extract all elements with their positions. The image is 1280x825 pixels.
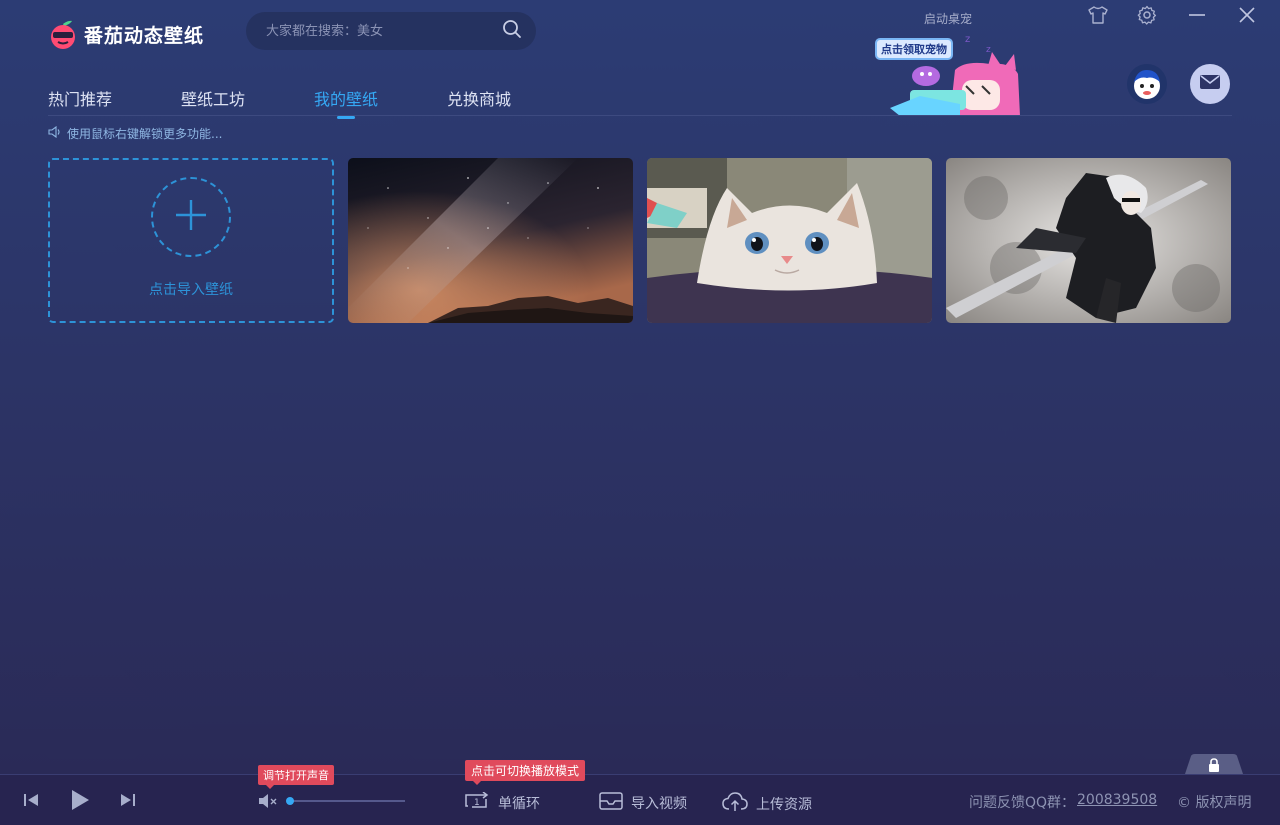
mail-icon <box>1199 74 1221 94</box>
search-icon[interactable] <box>502 19 522 43</box>
plus-icon <box>174 198 208 236</box>
import-wallpaper-card[interactable]: 点击导入壁纸 <box>48 158 334 323</box>
upload-resource-label: 上传资源 <box>756 797 812 813</box>
avatar[interactable] <box>1127 64 1167 104</box>
loop-mode-label: 单循环 <box>498 796 540 812</box>
import-label: 点击导入壁纸 <box>149 281 233 298</box>
mail-button[interactable] <box>1190 64 1230 104</box>
loop-icon: 1 <box>464 791 490 814</box>
gear-icon <box>1137 5 1157 29</box>
starry-sky-thumbnail <box>348 158 633 323</box>
main-nav: 热门推荐 壁纸工坊 我的壁纸 兑换商城 <box>48 86 580 119</box>
minimize-button[interactable] <box>1184 6 1210 28</box>
mode-tooltip: 点击可切换播放模式 <box>465 760 586 785</box>
feedback-label: 问题反馈QQ群： <box>969 795 1076 811</box>
launch-pet-link[interactable]: 启动桌宠 <box>924 10 972 27</box>
speaker-icon <box>48 125 62 141</box>
tab-exchange-mall[interactable]: 兑换商城 <box>447 86 511 110</box>
wallpaper-card-cat[interactable] <box>647 158 932 323</box>
tab-hot-recommend[interactable]: 热门推荐 <box>48 86 112 110</box>
search-box[interactable] <box>246 12 536 50</box>
app-logo: 番茄动态壁纸 <box>48 16 204 52</box>
prev-icon[interactable] <box>23 792 39 812</box>
svg-text:z: z <box>965 34 970 45</box>
close-button[interactable] <box>1234 6 1260 28</box>
wallpaper-card-anime[interactable] <box>946 158 1231 323</box>
search-input[interactable] <box>264 22 502 40</box>
loop-mode-button[interactable]: 1 单循环 <box>464 791 540 814</box>
volume-slider[interactable] <box>289 800 405 802</box>
import-video-button[interactable]: 导入视频 <box>599 792 687 814</box>
import-circle <box>151 176 231 257</box>
import-video-label: 导入视频 <box>631 796 687 812</box>
upload-cloud-icon <box>722 792 748 816</box>
hint-text: 使用鼠标右键解锁更多功能... <box>67 127 223 141</box>
volume-tooltip: 调节打开声音 <box>258 765 334 789</box>
next-icon[interactable] <box>120 792 136 812</box>
tab-my-wallpapers[interactable]: 我的壁纸 <box>314 86 378 119</box>
app-logo-icon <box>48 18 78 50</box>
cat-thumbnail <box>647 158 932 323</box>
copyright-link[interactable]: © 版权声明 <box>1177 792 1251 812</box>
qq-group-link[interactable]: 200839508 <box>1077 792 1157 808</box>
mute-icon[interactable] <box>258 793 280 813</box>
wallpaper-card-starry-sky[interactable] <box>348 158 633 323</box>
shirt-icon <box>1087 5 1109 29</box>
svg-text:1: 1 <box>474 798 480 808</box>
tab-wallpaper-workshop[interactable]: 壁纸工坊 <box>181 86 245 110</box>
pet-banner[interactable]: z z 点击领取宠物 <box>870 30 1030 116</box>
skin-button[interactable] <box>1085 6 1111 28</box>
minimize-icon <box>1188 6 1206 28</box>
upload-resource-button[interactable]: 上传资源 <box>722 792 812 816</box>
import-video-icon <box>599 792 623 814</box>
volume-knob[interactable] <box>286 797 294 805</box>
app-logo-text: 番茄动态壁纸 <box>84 24 205 47</box>
anime-thumbnail <box>946 158 1231 323</box>
feedback-info: 问题反馈QQ群： <box>969 792 1075 812</box>
svg-text:z: z <box>986 45 991 55</box>
settings-button[interactable] <box>1134 5 1160 29</box>
play-icon[interactable] <box>70 789 90 815</box>
hint-bar: 使用鼠标右键解锁更多功能... <box>48 125 222 142</box>
close-icon <box>1238 6 1256 28</box>
pet-tip[interactable]: 点击领取宠物 <box>875 38 953 60</box>
lock-tab[interactable] <box>1185 754 1243 774</box>
player-bar: 1 单循环 导入视频 上传资源 问题反馈QQ群： 200839508 © 版权声… <box>0 774 1280 825</box>
nav-divider <box>48 115 1232 116</box>
wallpaper-grid: 点击导入壁纸 <box>48 158 1231 323</box>
